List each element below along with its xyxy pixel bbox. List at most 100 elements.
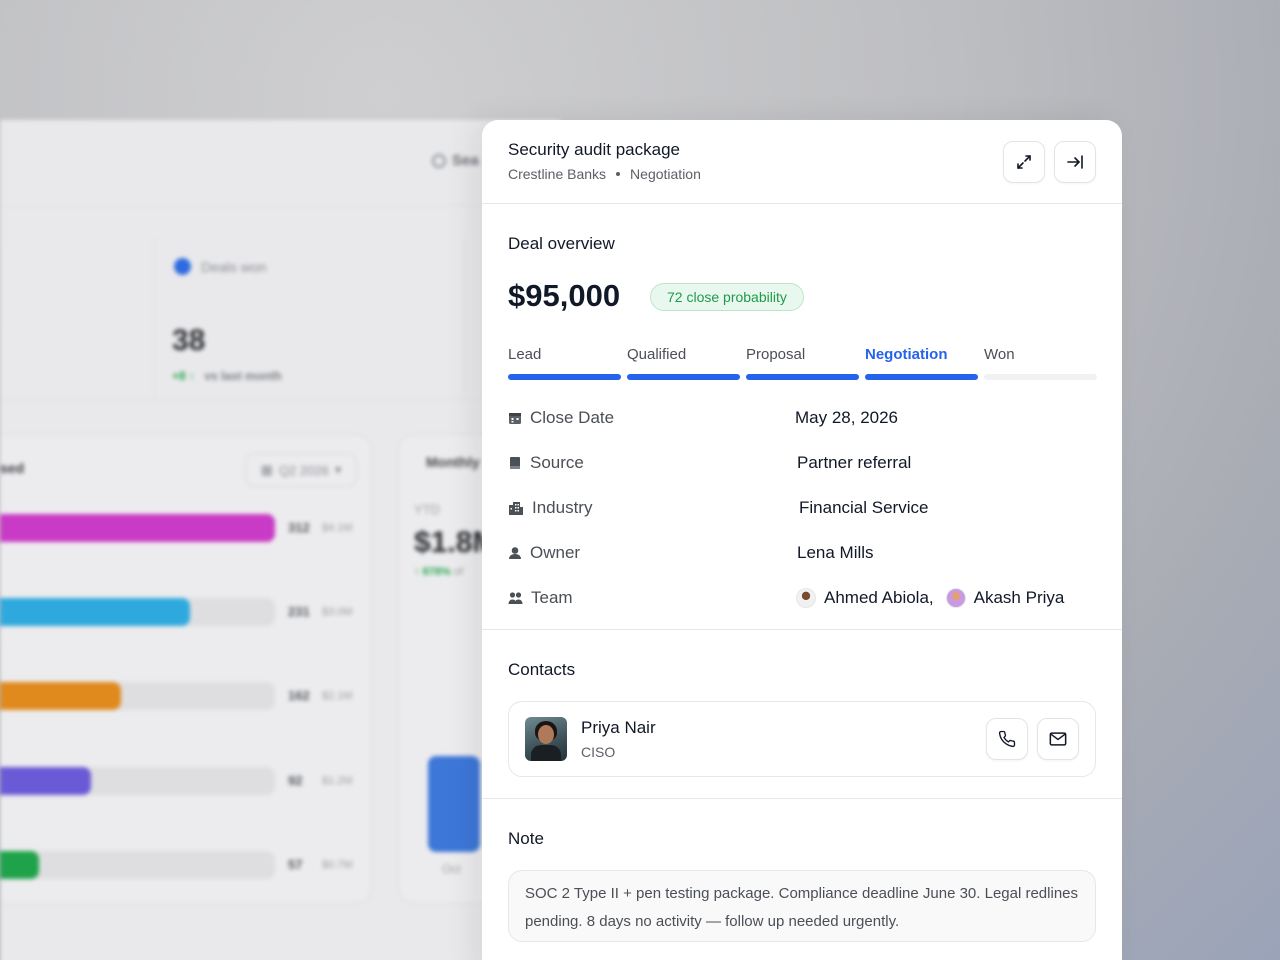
background-dashboard: Sea Deals won 38 +8 ↑ vs last month sed … <box>0 120 560 960</box>
close-panel-button[interactable] <box>1054 141 1096 183</box>
detail-close-date: Close Date May 28, 2026 <box>508 408 1096 434</box>
bg-stat-value: 38 <box>172 324 206 357</box>
avatar <box>945 588 966 608</box>
team-member-name[interactable]: Ahmed Abiola, <box>824 588 934 608</box>
stage-label: Lead <box>508 346 542 363</box>
flag-icon <box>510 457 520 469</box>
stage-label: Won <box>984 346 1015 363</box>
bg-search: Sea <box>432 152 479 169</box>
stage-proposal[interactable]: Proposal <box>746 346 859 380</box>
stage-bar <box>865 374 978 380</box>
chevron-down-icon: ▾ <box>334 462 342 477</box>
bg-ytd-delta: ↑ 878% of <box>414 566 463 578</box>
bg-bar-count: 312 <box>288 520 310 535</box>
stage-bar <box>508 374 621 380</box>
bg-bar-fill <box>0 851 39 879</box>
bg-bar-amount: $1.2M <box>322 775 353 787</box>
bg-bar-fill <box>0 514 275 542</box>
detail-label: Close Date <box>530 408 615 427</box>
stage-qualified[interactable]: Qualified <box>627 346 740 380</box>
stage-lead[interactable]: Lead <box>508 346 621 380</box>
detail-label: Industry <box>532 498 593 517</box>
detail-key: Source <box>508 453 584 473</box>
expand-button[interactable] <box>1003 141 1045 183</box>
bg-period-label: Q2 2026 <box>278 462 329 478</box>
bg-bar-amount: $4.1M <box>322 522 353 534</box>
bg-stat-delta: +8 ↑ vs last month <box>172 369 282 383</box>
bg-bar-track <box>0 514 275 542</box>
email-button[interactable] <box>1037 718 1079 760</box>
bg-bar-track <box>0 598 275 626</box>
detail-key: Owner <box>508 543 580 563</box>
owner-value: Lena Mills <box>797 543 874 562</box>
collapse-right-icon <box>1067 155 1083 169</box>
close-probability-badge: 72 close probability <box>650 283 804 311</box>
stage-bar <box>627 374 740 380</box>
detail-label: Source <box>530 453 584 472</box>
team-value: Ahmed Abiola, Akash Priya <box>796 588 1064 608</box>
stage-label: Negotiation <box>865 346 948 363</box>
bg-monthly-title: Monthly <box>426 454 480 470</box>
bg-search-label: Sea <box>452 152 479 169</box>
mail-icon <box>1049 732 1067 746</box>
deal-overview-title: Deal overview <box>508 234 615 253</box>
detail-key: Team <box>508 588 573 608</box>
phone-icon <box>998 730 1016 748</box>
bg-ytd-delta-value: ↑ 878% <box>414 566 451 578</box>
team-icon <box>508 592 523 604</box>
bg-bar-fill <box>0 598 190 626</box>
bg-stat-label: Deals won <box>174 258 266 275</box>
bg-card-title: sed <box>0 460 25 476</box>
detail-team: Team Ahmed Abiola, Akash Priya <box>508 588 1096 614</box>
stage-negotiation[interactable]: Negotiation <box>865 346 978 380</box>
stage-label: Proposal <box>746 346 806 363</box>
detail-owner: Owner Lena Mills <box>508 543 1096 569</box>
check-circle-icon <box>174 258 191 275</box>
deal-amount: $95,000 <box>508 278 621 313</box>
bg-stat-delta-value: +8 ↑ <box>172 369 196 383</box>
section-divider <box>482 798 1122 799</box>
bg-month-bar <box>428 756 480 852</box>
bg-bar-fill <box>0 767 91 795</box>
source-value: Partner referral <box>797 453 912 472</box>
bg-bar-count: 57 <box>288 857 303 872</box>
avatar <box>525 717 567 761</box>
bg-bar-count: 92 <box>288 773 303 788</box>
bg-bar-amount: $0.7M <box>322 859 353 871</box>
dot-separator <box>616 172 621 176</box>
call-button[interactable] <box>986 718 1028 760</box>
bg-ytd-delta-tail: of <box>453 566 463 578</box>
bg-month-label: Oct <box>442 862 461 876</box>
avatar-body <box>531 745 561 761</box>
building-icon <box>509 502 523 515</box>
company-name: Crestline Banks <box>508 166 607 182</box>
bg-bar-count: 162 <box>288 688 310 703</box>
bg-bar-amount: $3.0M <box>322 606 353 618</box>
bg-divider <box>464 238 465 398</box>
calendar-icon: ▦ <box>260 462 273 477</box>
note-text[interactable]: SOC 2 Type II + pen testing package. Com… <box>508 870 1096 942</box>
bg-pipeline-card <box>0 434 372 904</box>
calendar-icon <box>509 413 521 424</box>
contact-card[interactable]: Priya Nair CISO <box>508 701 1096 777</box>
panel-header: Security audit package Crestline Banks N… <box>482 120 1122 204</box>
bg-stat-label-text: Deals won <box>201 258 267 275</box>
deal-subtitle: Crestline Banks Negotiation <box>508 166 701 182</box>
detail-label: Owner <box>530 543 581 562</box>
detail-key: Close Date <box>508 408 614 428</box>
deal-title: Security audit package <box>508 140 680 159</box>
contacts-title: Contacts <box>508 660 576 679</box>
bg-ytd-label: YTD <box>414 502 440 517</box>
stage-progress: Lead Qualified Proposal Negotiation Won <box>508 346 1097 382</box>
stage-bar <box>746 374 859 380</box>
bg-bar-fill <box>0 682 121 710</box>
team-member-name[interactable]: Akash Priya <box>974 588 1065 608</box>
close-date-value: May 28, 2026 <box>795 408 899 427</box>
bg-divider <box>154 238 155 398</box>
deal-panel: Security audit package Crestline Banks N… <box>482 120 1122 960</box>
search-icon <box>432 153 446 168</box>
detail-source: Source Partner referral <box>508 453 1096 479</box>
stage-won[interactable]: Won <box>984 346 1097 380</box>
stage-bar <box>984 374 1097 380</box>
avatar-face <box>538 725 554 744</box>
